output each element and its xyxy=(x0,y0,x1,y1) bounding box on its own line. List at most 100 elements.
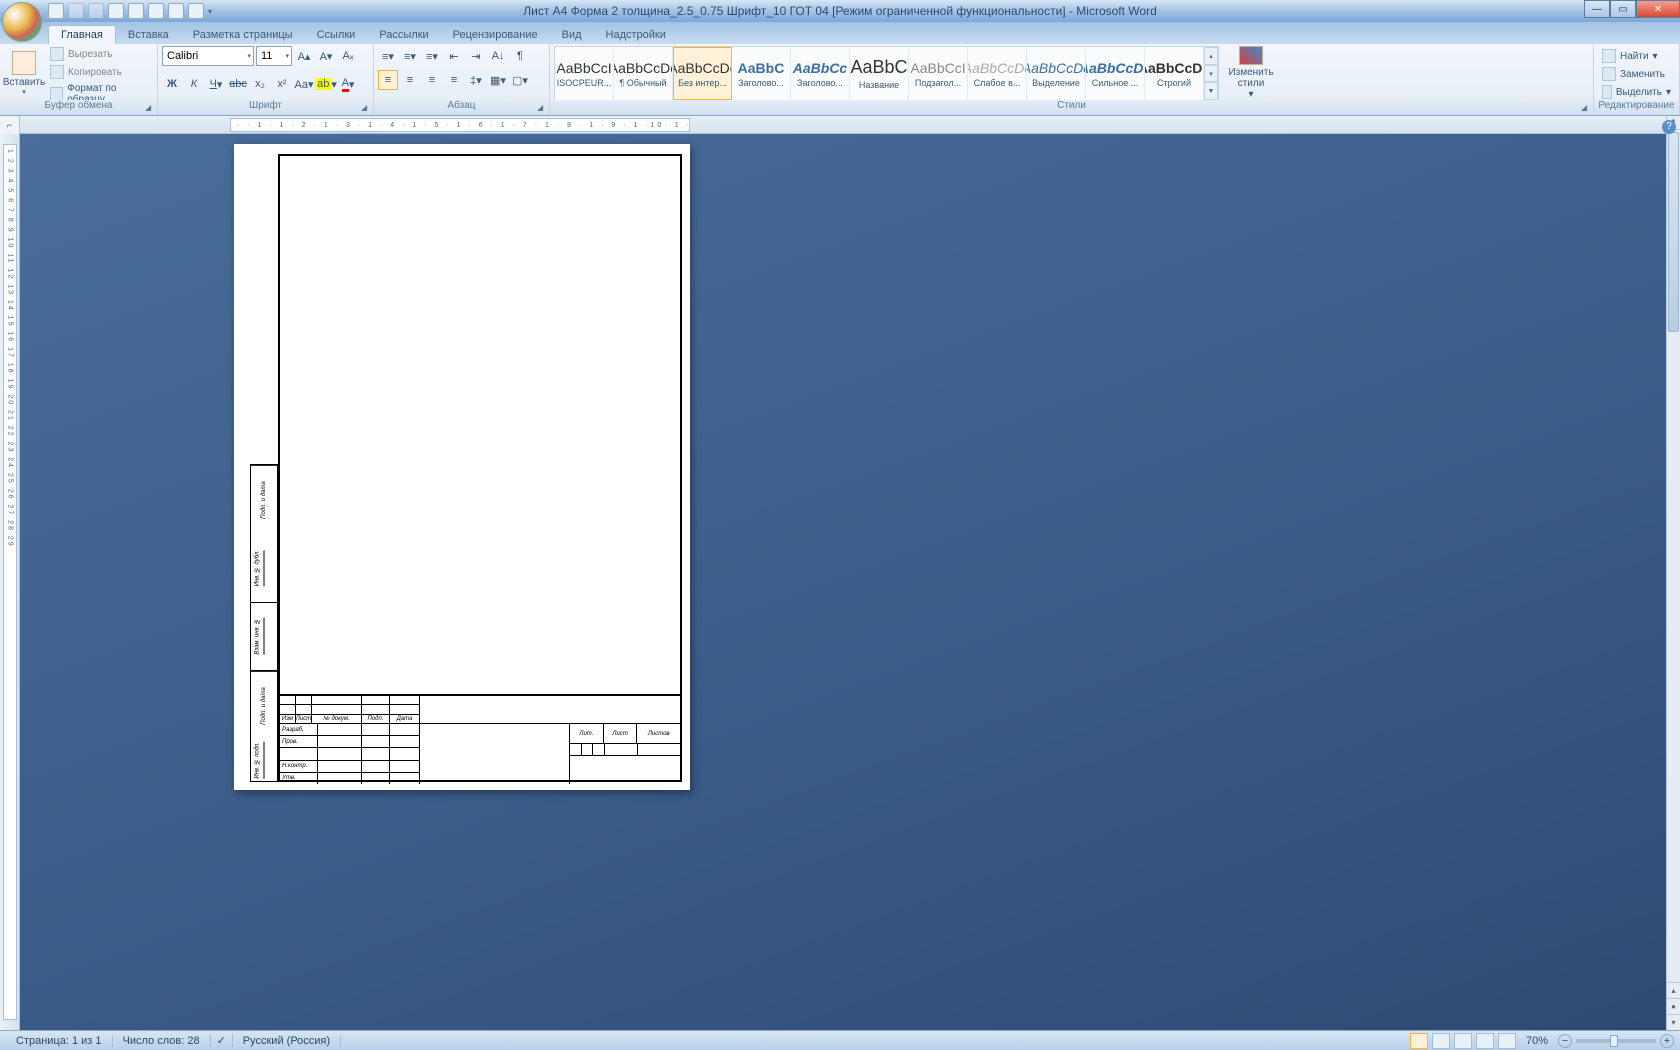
print-layout-view[interactable] xyxy=(1410,1033,1428,1049)
underline-button[interactable]: Ч▾ xyxy=(206,74,226,94)
italic-button[interactable]: К xyxy=(184,74,204,94)
clipboard-launcher[interactable]: ◢ xyxy=(145,103,155,113)
multilevel-button[interactable]: ≡▾ xyxy=(422,46,442,66)
qat-item[interactable] xyxy=(188,3,204,19)
browse-object-button[interactable]: ● xyxy=(1667,998,1680,1014)
tab-review[interactable]: Рецензирование xyxy=(441,26,550,44)
find-button[interactable]: Найти ▾ xyxy=(1598,48,1675,64)
zoom-label[interactable]: 70% xyxy=(1526,1035,1548,1047)
tab-layout[interactable]: Разметка страницы xyxy=(181,26,305,44)
zoom-slider[interactable] xyxy=(1576,1039,1656,1043)
undo-icon[interactable] xyxy=(68,3,84,19)
draft-view[interactable] xyxy=(1498,1033,1516,1049)
grow-font-button[interactable]: A▴ xyxy=(294,46,314,66)
close-button[interactable]: ✕ xyxy=(1636,0,1680,18)
change-case-button[interactable]: Aa▾ xyxy=(294,74,314,94)
align-center-button[interactable]: ≡ xyxy=(400,70,420,90)
next-page-button[interactable]: ▾ xyxy=(1667,1014,1680,1030)
web-layout-view[interactable] xyxy=(1454,1033,1472,1049)
prev-page-button[interactable]: ▴ xyxy=(1667,982,1680,998)
tab-view[interactable]: Вид xyxy=(550,26,594,44)
style-item[interactable]: AaBbCНазвание xyxy=(850,47,909,100)
subscript-button[interactable]: x₂ xyxy=(250,74,270,94)
style-item[interactable]: AaBbCcDcБез интер... xyxy=(673,47,732,100)
tab-addins[interactable]: Надстройки xyxy=(594,26,678,44)
line-spacing-button[interactable]: ‡▾ xyxy=(466,70,486,90)
replace-button[interactable]: Заменить xyxy=(1598,66,1675,82)
tab-mail[interactable]: Рассылки xyxy=(367,26,440,44)
new-icon[interactable] xyxy=(168,3,184,19)
window-title: Лист А4 Форма 2 толщина_2.5_0.75 Шрифт_1… xyxy=(523,4,1157,18)
qat-item[interactable] xyxy=(108,3,124,19)
style-item[interactable]: AaBbCcЗаголово... xyxy=(791,47,850,100)
font-name-combo[interactable]: Calibri▾ xyxy=(162,46,254,66)
styles-launcher[interactable]: ◢ xyxy=(1581,103,1591,113)
font-color-button[interactable]: A▾ xyxy=(338,74,358,94)
tab-insert[interactable]: Вставка xyxy=(116,26,181,44)
minimize-button[interactable]: — xyxy=(1584,0,1610,18)
help-icon[interactable]: ? xyxy=(1662,120,1676,134)
scroll-thumb[interactable] xyxy=(1668,132,1679,332)
save-icon[interactable] xyxy=(48,3,64,19)
tab-refs[interactable]: Ссылки xyxy=(305,26,368,44)
zoom-in-button[interactable]: + xyxy=(1660,1034,1674,1048)
bold-button[interactable]: Ж xyxy=(162,74,182,94)
bullets-button[interactable]: ≡▾ xyxy=(378,46,398,66)
zoom-out-button[interactable]: − xyxy=(1558,1034,1572,1048)
shrink-font-button[interactable]: A▾ xyxy=(316,46,336,66)
style-item[interactable]: AaBbCcDc¶ Обычный xyxy=(614,47,673,100)
horizontal-ruler[interactable]: · · 1 · 1 · 2 · 1 · 3 · 1 · 4 · 1 · 5 · … xyxy=(230,118,690,132)
window-controls: — ▭ ✕ xyxy=(1584,0,1680,18)
style-item[interactable]: AaBbCcDcСтрогий xyxy=(1145,47,1204,100)
style-scroll[interactable]: ▴▾▼ xyxy=(1204,47,1218,100)
superscript-button[interactable]: x² xyxy=(272,74,292,94)
outdent-button[interactable]: ⇤ xyxy=(444,46,464,66)
style-item[interactable]: AaBbCЗаголово... xyxy=(732,47,791,100)
replace-icon xyxy=(1602,67,1616,81)
word-count[interactable]: Число слов: 28 xyxy=(113,1035,211,1047)
font-size-combo[interactable]: 11▾ xyxy=(256,46,292,66)
change-styles-icon xyxy=(1239,46,1263,65)
outline-view[interactable] xyxy=(1476,1033,1494,1049)
style-item[interactable]: AaBbCcDcВыделение xyxy=(1027,47,1086,100)
maximize-button[interactable]: ▭ xyxy=(1610,0,1636,18)
qat-more-icon[interactable]: ▾ xyxy=(208,7,212,16)
font-launcher[interactable]: ◢ xyxy=(361,103,371,113)
qat-item[interactable] xyxy=(128,3,144,19)
language-status[interactable]: Русский (Россия) xyxy=(233,1035,341,1047)
paste-button[interactable]: Вставить ▾ xyxy=(4,46,44,100)
style-item[interactable]: AaBbCcDcСильное ... xyxy=(1086,47,1145,100)
indent-button[interactable]: ⇥ xyxy=(466,46,486,66)
page-status[interactable]: Страница: 1 из 1 xyxy=(6,1035,113,1047)
shading-button[interactable]: ▦▾ xyxy=(488,70,508,90)
tab-selector[interactable]: ⌐ xyxy=(0,116,20,134)
vertical-ruler[interactable]: 1 2 3 4 5 6 7 8 9 10 11 12 13 14 15 16 1… xyxy=(3,144,17,1020)
side-cell: Взам. инв. № xyxy=(251,603,277,672)
clear-format-button[interactable]: Aₓ xyxy=(338,46,358,66)
redo-icon[interactable] xyxy=(88,3,104,19)
highlight-button[interactable]: ab▾ xyxy=(316,74,336,94)
spell-check-icon[interactable]: ✓ xyxy=(211,1034,233,1047)
borders-button[interactable]: ▢▾ xyxy=(510,70,530,90)
align-left-button[interactable]: ≡ xyxy=(378,70,398,90)
align-right-button[interactable]: ≡ xyxy=(422,70,442,90)
full-reading-view[interactable] xyxy=(1432,1033,1450,1049)
select-button[interactable]: Выделить ▾ xyxy=(1598,84,1675,100)
change-styles-button[interactable]: Изменить стили▾ xyxy=(1223,46,1279,100)
page[interactable]: Подп. и дата Инв. № дубл. Взам. инв. № П… xyxy=(234,144,690,790)
vertical-scrollbar[interactable]: ▴ ▴ ● ▾ xyxy=(1666,116,1680,1030)
office-button[interactable] xyxy=(2,2,42,42)
style-item[interactable]: AaBbCcIISOCPEUR... xyxy=(555,47,614,100)
strike-button[interactable]: abc xyxy=(228,74,248,94)
tab-home[interactable]: Главная xyxy=(48,25,116,44)
scissors-icon xyxy=(50,47,64,61)
style-item[interactable]: AaBbCcIПодзагол... xyxy=(909,47,968,100)
justify-button[interactable]: ≡ xyxy=(444,70,464,90)
style-item[interactable]: AaBbCcDcСлабое в... xyxy=(968,47,1027,100)
show-marks-button[interactable]: ¶ xyxy=(510,46,530,66)
styles-gallery[interactable]: AaBbCcIISOCPEUR... AaBbCcDc¶ Обычный AaB… xyxy=(554,46,1219,101)
numbering-button[interactable]: ≡▾ xyxy=(400,46,420,66)
qat-item[interactable] xyxy=(148,3,164,19)
sort-button[interactable]: A↓ xyxy=(488,46,508,66)
para-launcher[interactable]: ◢ xyxy=(537,103,547,113)
